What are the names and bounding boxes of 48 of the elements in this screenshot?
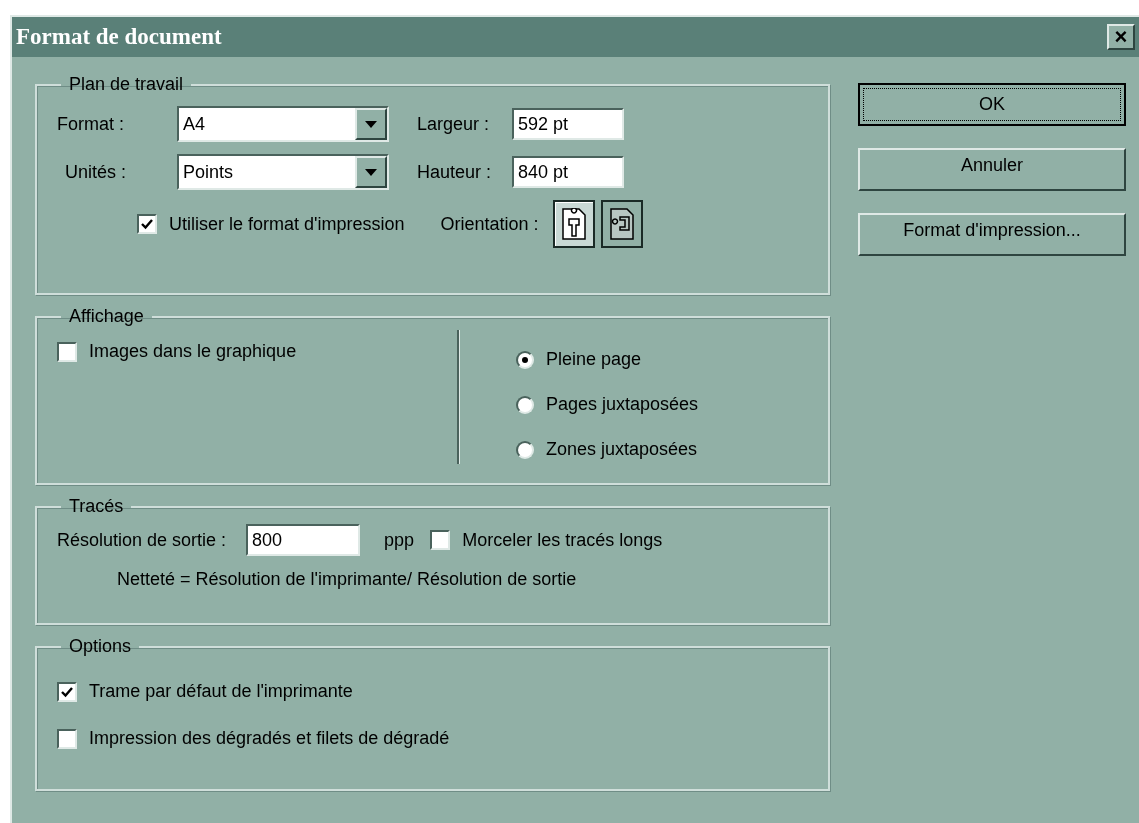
close-button[interactable]: × (1107, 24, 1135, 50)
radio-label: Pleine page (546, 348, 642, 371)
dialog-button[interactable]: Annuler (858, 148, 1126, 191)
orientation-label: Orientation : (440, 212, 539, 236)
dropdown[interactable]: A4 (177, 106, 389, 142)
checkbox[interactable] (430, 530, 451, 550)
landscape-page-icon (608, 208, 635, 240)
unit-label: ppp (384, 528, 415, 552)
group-title: Options (68, 635, 133, 658)
field-label: Format : (57, 112, 125, 136)
check-icon (141, 218, 153, 230)
checkbox-label: Images dans le graphique (89, 340, 297, 363)
radio-button[interactable] (516, 440, 534, 459)
caret-icon (365, 168, 377, 176)
group-title: Tracés (68, 495, 125, 518)
dropdown-arrow-button[interactable] (355, 156, 387, 188)
checkbox[interactable] (57, 341, 77, 362)
checkbox-label: Utiliser le format d'impression (169, 212, 405, 236)
orientation-toggle[interactable] (552, 200, 595, 248)
checkbox-label: Impression des dégradés et filets de dégradé (89, 727, 450, 750)
caret-icon (365, 120, 377, 128)
radio-button[interactable] (516, 350, 534, 369)
sharpness-note: Netteté = Résolution de l'imprimante/ Résolution de sortie (116, 568, 578, 591)
field-label: Unités : (64, 160, 128, 184)
group-title: Affichage (68, 305, 145, 328)
check-icon (61, 685, 73, 698)
orientation-toggle[interactable] (600, 200, 643, 248)
portrait-page-icon (560, 208, 587, 240)
dropdown-arrow-button[interactable] (355, 108, 387, 140)
group-title: Plan de travail (68, 73, 185, 96)
field-label: Hauteur : (416, 160, 493, 184)
checkbox-label: Trame par défaut de l'imprimante (89, 680, 353, 703)
dropdown[interactable]: Points (177, 154, 389, 190)
input-field[interactable]: 800 (246, 524, 361, 556)
field-label: Résolution de sortie : (57, 528, 227, 552)
input-field[interactable]: 840 pt (512, 156, 624, 188)
radio-label: Zones juxtaposées (546, 438, 698, 461)
checkbox[interactable] (57, 681, 77, 702)
checkbox[interactable] (57, 728, 77, 749)
radio-button[interactable] (516, 395, 534, 414)
checkbox[interactable] (137, 214, 157, 234)
input-field[interactable]: 592 pt (512, 108, 624, 140)
field-label: Largeur : (416, 112, 491, 136)
dialog-button[interactable]: OK (858, 83, 1126, 126)
dialog-button[interactable]: Format d'impression... (858, 213, 1126, 256)
checkbox-label: Morceler les tracés longs (462, 528, 663, 552)
radio-label: Pages juxtaposées (546, 393, 699, 416)
window-title: Format de document (16, 22, 222, 51)
